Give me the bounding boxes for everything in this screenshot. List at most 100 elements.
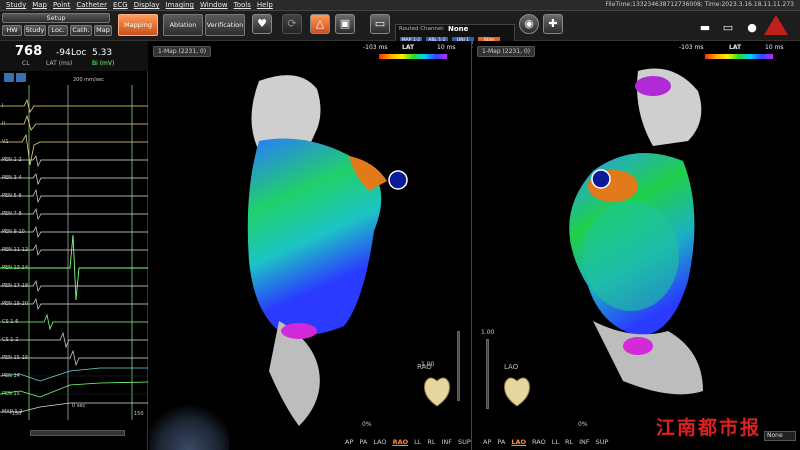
nav-pa-left[interactable]: PA [359, 438, 367, 446]
orientation-label-right: LAO [504, 363, 519, 371]
toolbar: Setup HW Study Loc. Cath. Map Mapping Ab… [0, 11, 800, 48]
warning-icon[interactable] [764, 15, 788, 35]
purple-spot-left [281, 323, 317, 339]
menu-ecg[interactable]: ECG [113, 1, 128, 9]
cycle-length-value: 768 [15, 44, 43, 59]
lead-label-pen-1-2: PEN 1-2 [2, 157, 22, 163]
lead-label-pen-3-4: PEN 3-4 [2, 175, 22, 181]
nav-lao-left[interactable]: LAO [373, 438, 386, 446]
cycle-length-label: CL [22, 60, 30, 67]
menu-map[interactable]: Map [32, 1, 47, 9]
menu-display[interactable]: Display [134, 1, 160, 9]
tab-map[interactable]: Map [94, 25, 112, 36]
menu-tools[interactable]: Tools [234, 1, 251, 9]
nav-rao-right[interactable]: RAO [532, 438, 546, 446]
nav-sup-left[interactable]: SUP [458, 438, 471, 446]
trace-pen-5-6 [0, 188, 148, 204]
heart-tool-icon[interactable]: ♥ [252, 14, 272, 34]
trace-pen-1-2 [0, 155, 148, 168]
lead-label-ii: II [2, 121, 5, 127]
zoom-slider-right[interactable] [486, 339, 489, 409]
menu-point[interactable]: Point [53, 1, 70, 9]
routed-channel-label: Routed Channel: [399, 26, 445, 32]
mapping-button[interactable]: Mapping [118, 14, 158, 36]
orientation-nav-right: AP PA LAO RAO LL RL INF SUP [483, 438, 608, 446]
trace-cs-1-6 [0, 313, 148, 331]
rotate-tool-icon[interactable]: ⟳ [282, 14, 302, 34]
nav-ap-left[interactable]: AP [345, 438, 353, 446]
tab-loc[interactable]: Loc. [48, 25, 68, 36]
lead-label-pen-13-14: PEN 13-14 [2, 265, 29, 271]
slider-top-right: 1.00 [481, 329, 495, 336]
nav-ll-left[interactable]: LL [414, 438, 421, 446]
camera-icon[interactable]: ◉ [519, 14, 539, 34]
menu-bar: Study Map Point Catheter ECG Display Ima… [0, 0, 800, 11]
shell-tool-icon[interactable]: △ [310, 14, 330, 34]
lead-label-pen-11-12: PEN 11-12 [2, 247, 29, 253]
nav-rl-left[interactable]: RL [427, 438, 435, 446]
record-icon[interactable]: ● [742, 19, 762, 39]
nav-rao-left[interactable]: RAO [393, 438, 409, 446]
nav-pa-right[interactable]: PA [497, 438, 505, 446]
menu-study[interactable]: Study [6, 1, 26, 9]
file-time: FileTime:133234638712736008; Time:2023.3… [605, 1, 794, 8]
trace-pen-3-4 [0, 173, 148, 186]
watermark: 江南都市报 [656, 417, 762, 439]
monitor-status-icon[interactable]: ▭ [718, 19, 738, 39]
navigation-dial[interactable] [149, 404, 229, 450]
lead-label-pen-7-8: PEN 7-8 [2, 211, 22, 217]
menu-imaging[interactable]: Imaging [166, 1, 194, 9]
trace-pen-14 [0, 367, 148, 382]
ablation-button[interactable]: Ablation [163, 14, 203, 36]
tab-cath[interactable]: Cath. [70, 25, 92, 36]
routed-channel-value: None [448, 25, 469, 33]
sweep-speed: 200 mm/sec [73, 77, 104, 83]
trace-pen-7-8 [0, 208, 148, 220]
lead-label-pen-15-16: PEN 15-16 [2, 355, 29, 361]
menu-window[interactable]: Window [200, 1, 228, 9]
lead-label-v1: V1 [2, 139, 9, 145]
lead-label-pen-19-20: PEN 19-20 [2, 301, 29, 307]
zoom-pct-right: 0% [578, 421, 588, 428]
tab-study[interactable]: Study [24, 25, 46, 36]
zoom-pct-left: 0% [362, 421, 372, 428]
none-dropdown[interactable]: None [764, 431, 796, 441]
select-tool-icon[interactable]: ▣ [335, 14, 355, 34]
lead-label-pen-14: PEN 14 [2, 373, 20, 379]
viewport-lao[interactable]: 1-Map (2231, 0) -103 ms LAT 10 ms 1.00 L… [473, 41, 800, 450]
orientation-label-left: RAO [417, 363, 432, 371]
catheter-tip-left [388, 170, 408, 190]
menu-catheter[interactable]: Catheter [76, 1, 107, 9]
zoom-slider-left[interactable] [457, 331, 460, 401]
zero-sec-label: 0 sec [72, 403, 86, 409]
ecg-scrollbar[interactable] [30, 430, 125, 436]
nav-inf-right[interactable]: INF [579, 438, 590, 446]
orientation-nav-left: AP PA LAO RAO LL RL INF SUP [345, 438, 471, 446]
lead-label-pen-5-6: PEN 5-6 [2, 193, 22, 199]
heart-orientation-icon-left [424, 377, 450, 407]
viewport-rao[interactable]: 1-Map (2231, 0) -103 ms LAT 10 ms 1.00 R… [149, 41, 472, 450]
menu-help[interactable]: Help [257, 1, 273, 9]
ecg-panel: 768 CL -94 LAT (ms) Loc 5.33 Bi (mV) 200… [0, 41, 148, 450]
nav-ap-right[interactable]: AP [483, 438, 491, 446]
display-icon[interactable]: ▬ [695, 19, 715, 39]
nav-rl-right[interactable]: RL [565, 438, 573, 446]
ecg-header: 768 CL -94 LAT (ms) Loc 5.33 Bi (mV) [0, 41, 148, 71]
nav-sup-right[interactable]: SUP [596, 438, 609, 446]
setup-button[interactable]: Setup [2, 13, 110, 23]
catheter-icon[interactable]: ✚ [543, 14, 563, 34]
ecg-freeze-icon[interactable] [16, 73, 26, 82]
lead-label-pen-15: PEN 15 [2, 391, 20, 397]
verification-button[interactable]: Verification [205, 14, 245, 36]
lat-label: LAT (ms) [46, 60, 73, 67]
nav-ll-right[interactable]: LL [552, 438, 559, 446]
nav-lao-right[interactable]: LAO [511, 438, 526, 446]
bi-value: 5.33 [92, 48, 113, 58]
monitor-icon[interactable]: ▭ [370, 14, 390, 34]
lead-label-pen-9-10: PEN 9-10 [2, 229, 25, 235]
ecg-settings-icon[interactable] [4, 73, 14, 82]
tab-hw[interactable]: HW [2, 25, 22, 36]
lead-label-i: I [2, 103, 4, 109]
nav-inf-left[interactable]: INF [442, 438, 453, 446]
trace-lead-v1 [0, 133, 148, 166]
